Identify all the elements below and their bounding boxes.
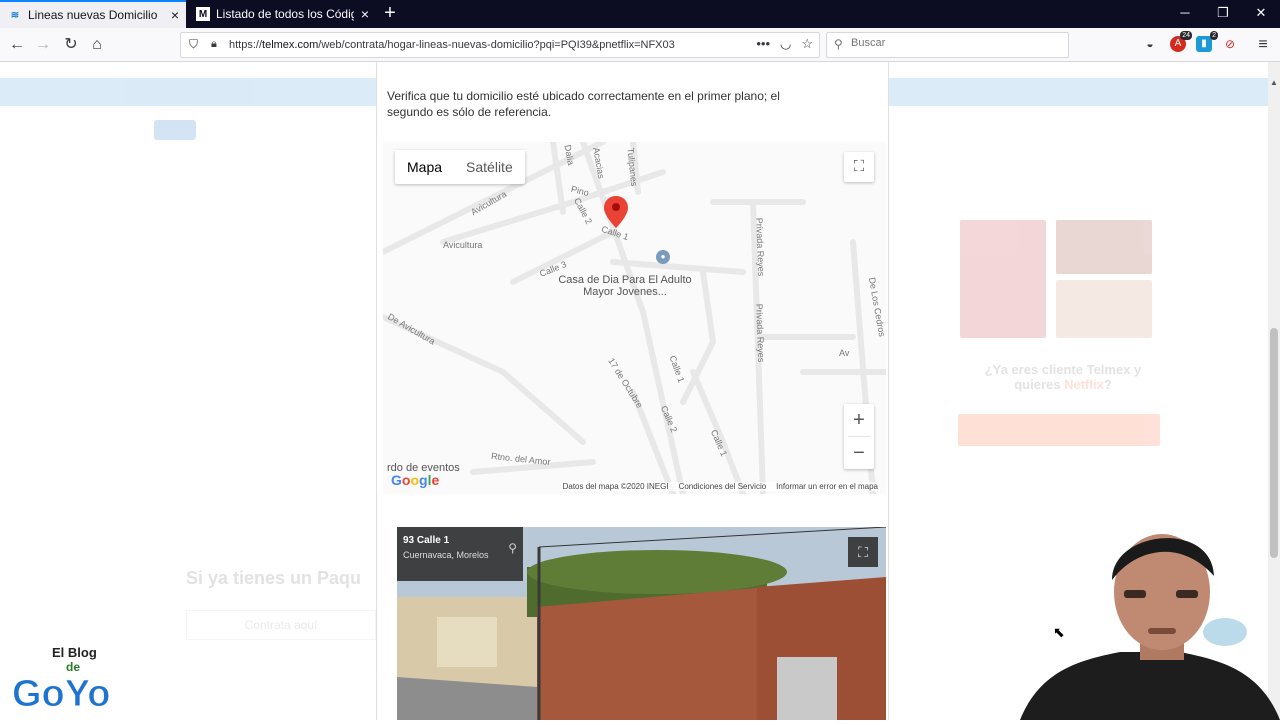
fullscreen-icon[interactable]: ⛶ xyxy=(844,152,874,182)
tab-title: Listado de todos los Códigos P xyxy=(216,7,354,21)
street-label: Privada Reyes xyxy=(754,217,767,277)
screenshot-extension-icon[interactable]: ⊘ xyxy=(1222,36,1238,52)
netflix-question: ¿Ya eres cliente Telmex y quieres Netflix… xyxy=(984,362,1142,392)
telmex-favicon-icon: ≋ xyxy=(10,9,20,21)
lock-icon[interactable]: 🔒︎ xyxy=(211,38,217,51)
restore-icon[interactable]: ❐ xyxy=(1213,5,1233,21)
extension-blue-icon[interactable]: ▮ 2 xyxy=(1196,31,1218,52)
search-input[interactable] xyxy=(851,37,1051,49)
search-icon: ⚲ xyxy=(834,37,843,51)
svg-text:GoYo: GoYo xyxy=(12,673,111,712)
nav-bar: ← → ↻ ⌂ ⛉ 🔒︎ https://telmex.com/web/cont… xyxy=(0,28,1280,62)
report-error-link[interactable]: Informar un error en el mapa xyxy=(776,482,878,491)
blog-logo: El Blog de GoYo xyxy=(8,642,138,716)
tab-lineas-nuevas[interactable]: ≋ Lineas nuevas Domicilio × xyxy=(0,0,186,28)
close-tab-icon[interactable]: × xyxy=(164,7,186,23)
map-type-satellite-button[interactable]: Satélite xyxy=(454,150,525,184)
telmex-logo xyxy=(154,120,196,140)
terms-link[interactable]: Condiciones del Servicio xyxy=(679,482,767,491)
close-window-icon[interactable]: ✕ xyxy=(1251,5,1271,21)
url-text[interactable]: https://telmex.com/web/contrata/hogar-li… xyxy=(229,39,675,51)
street-label: Avicultura xyxy=(443,240,483,250)
netflix-promo-image xyxy=(960,220,1152,338)
back-icon[interactable]: ← xyxy=(6,34,28,56)
svg-text:de: de xyxy=(66,660,80,674)
street-view[interactable]: 93 Calle 1 Cuernavaca, Morelos ⚲ ⛶ xyxy=(397,527,886,720)
background-heading: Si ya tienes un Paqu xyxy=(186,568,362,588)
street-label: Av xyxy=(839,348,850,358)
tab-strip: ≋ Lineas nuevas Domicilio × M Listado de… xyxy=(0,0,1280,28)
address-modal: Verifica que tu domicilio esté ubicado c… xyxy=(376,62,889,720)
blog-logo-graphic: El Blog de GoYo xyxy=(12,645,112,716)
zoom-out-button[interactable]: − xyxy=(844,437,874,469)
poi-marker-icon[interactable]: ● xyxy=(656,250,670,264)
zoom-control: + − xyxy=(844,404,874,469)
pocket-icon[interactable]: ◡ xyxy=(780,36,791,52)
tab-title: Lineas nuevas Domicilio xyxy=(28,8,158,22)
adblock-plus-icon[interactable]: A 24 xyxy=(1170,31,1192,52)
map-footer: Datos del mapa ©2020 INEGI Condiciones d… xyxy=(560,482,880,491)
new-tab-button[interactable]: + xyxy=(380,2,400,25)
close-tab-icon[interactable]: × xyxy=(354,6,376,22)
bookmark-star-icon[interactable]: ☆ xyxy=(801,36,813,52)
location-pin-icon[interactable] xyxy=(604,196,628,228)
street-view-info: 93 Calle 1 Cuernavaca, Morelos ⚲ xyxy=(397,527,523,581)
map-roads xyxy=(383,142,886,494)
page-actions-icon[interactable]: ••• xyxy=(756,36,770,52)
reload-icon[interactable]: ↻ xyxy=(60,34,82,56)
poi-label[interactable]: Casa de Dia Para El Adulto Mayor Jovenes… xyxy=(555,274,695,298)
tracking-shield-icon[interactable]: ⛉ xyxy=(189,37,198,52)
url-bar[interactable]: ⛉ 🔒︎ https://telmex.com/web/contrata/hog… xyxy=(180,32,820,58)
zoom-in-button[interactable]: + xyxy=(844,404,874,436)
google-logo[interactable]: Google xyxy=(391,472,439,488)
m-favicon-icon: M xyxy=(196,7,210,21)
street-view-city: Cuernavaca, Morelos xyxy=(403,550,489,560)
contrata-aqui-button[interactable]: Contrata aquí xyxy=(186,610,376,640)
map-type-map-button[interactable]: Mapa xyxy=(395,150,454,184)
minimize-icon[interactable]: ─ xyxy=(1175,5,1195,20)
street-view-address: 93 Calle 1 xyxy=(403,535,450,546)
street-label: Privada Reyes xyxy=(754,303,767,363)
mouse-cursor-icon: ⬉ xyxy=(1053,624,1065,640)
tab-codigos-postales[interactable]: M Listado de todos los Códigos P × xyxy=(188,0,376,28)
scroll-up-icon[interactable]: ▲ xyxy=(1270,78,1278,87)
map-view[interactable]: Dalia Acacias Tulipanes Pino Avicultura … xyxy=(383,142,886,494)
home-icon[interactable]: ⌂ xyxy=(86,34,108,56)
map-pin-icon[interactable]: ⚲ xyxy=(508,541,517,555)
menu-icon[interactable]: ≡ xyxy=(1252,34,1274,56)
webcam-presenter xyxy=(1020,520,1280,720)
search-bar[interactable]: ⚲ xyxy=(826,32,1069,58)
street-view-fullscreen-icon[interactable]: ⛶ xyxy=(848,537,878,567)
map-data-credit: Datos del mapa ©2020 INEGI xyxy=(562,482,669,491)
incognito-mask-icon[interactable]: ◒ xyxy=(1142,36,1158,52)
forward-icon[interactable]: → xyxy=(32,34,54,56)
address-instructions: Verifica que tu domicilio esté ubicado c… xyxy=(387,89,780,119)
svg-text:El Blog: El Blog xyxy=(52,645,97,660)
map-type-control: Mapa Satélite xyxy=(395,150,525,184)
netflix-button[interactable] xyxy=(958,414,1160,446)
